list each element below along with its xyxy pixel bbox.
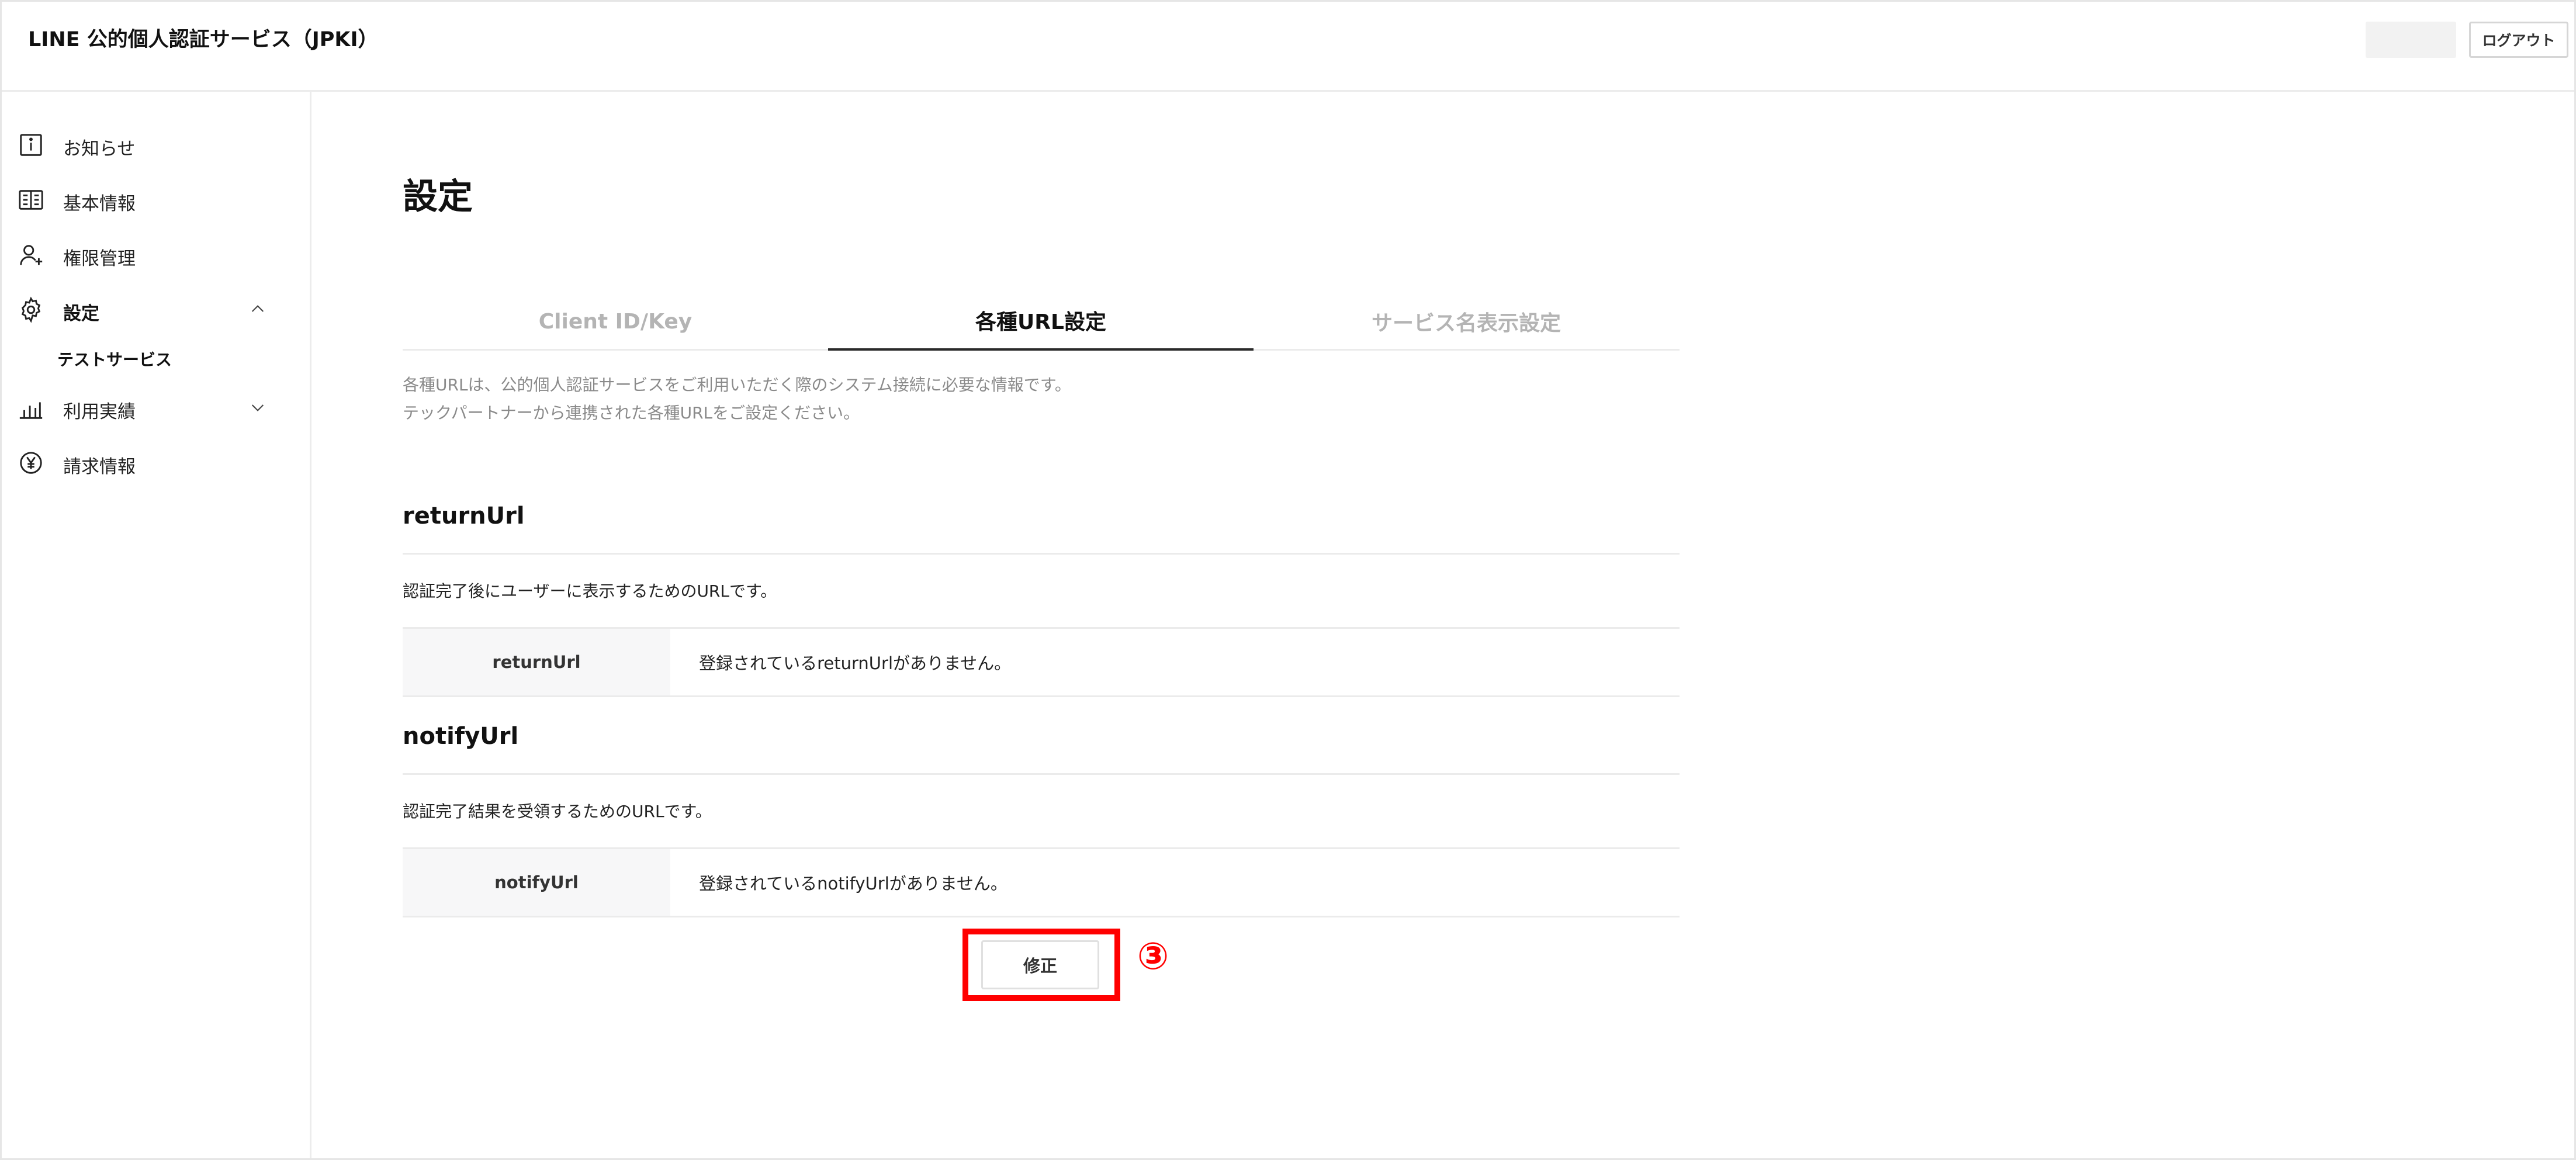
tab-service-name-display[interactable]: サービス名表示設定	[1254, 292, 1679, 351]
tab-client-id-key[interactable]: Client ID/Key	[403, 292, 828, 351]
sidebar-item-notices[interactable]: お知らせ	[2, 121, 311, 168]
book-icon	[16, 186, 46, 213]
sidebar-subitem-test-service[interactable]: テストサービス	[57, 347, 172, 370]
yen-icon	[16, 449, 46, 476]
field-value-notify-url: 登録されているnotifyUrlがありません。	[699, 874, 1007, 894]
section-title-return-url: returnUrl	[403, 503, 525, 529]
page-title: 設定	[403, 176, 473, 217]
field-value-return-url: 登録されているreturnUrlがありません。	[699, 653, 1012, 673]
section-desc-return-url: 認証完了後にユーザーに表示するためのURLです。	[403, 581, 777, 601]
sidebar-item-label: 権限管理	[63, 248, 136, 269]
tab-url-settings[interactable]: 各種URL設定	[828, 292, 1254, 351]
bar-chart-icon	[16, 394, 46, 421]
field-label-return-url: returnUrl	[403, 629, 670, 695]
url-settings-description: 各種URLは、公的個人認証サービスをご利用いただく際のシステム接続に必要な情報で…	[403, 371, 1071, 427]
sidebar-item-label: 基本情報	[63, 193, 136, 214]
edit-button[interactable]: 修正	[981, 940, 1099, 989]
tab-bar: Client ID/Key 各種URL設定 サービス名表示設定	[403, 292, 1680, 351]
section-desc-notify-url: 認証完了結果を受領するためのURLです。	[403, 802, 712, 821]
top-header: LINE 公的個人認証サービス（JPKI） ログアウト	[2, 2, 2574, 92]
user-add-icon	[16, 241, 46, 268]
sidebar-item-label: 利用実績	[63, 401, 136, 423]
field-label-notify-url: notifyUrl	[403, 849, 670, 916]
sidebar-item-basic-info[interactable]: 基本情報	[2, 176, 311, 223]
section-title-notify-url: notifyUrl	[403, 723, 519, 750]
divider	[403, 773, 1680, 775]
description-line: テックパートナーから連携された各種URLをご設定ください。	[403, 403, 860, 423]
main-content: 設定 Client ID/Key 各種URL設定 サービス名表示設定 各種URL…	[313, 94, 2574, 1158]
sidebar: お知らせ 基本情報 権限管理 設定 テストサービス 利用実績 請求情報	[2, 92, 311, 1158]
step-number-marker: ③	[1137, 935, 1169, 978]
chevron-down-icon[interactable]	[248, 398, 267, 417]
app-window: LINE 公的個人認証サービス（JPKI） ログアウト お知らせ 基本情報 権限…	[0, 0, 2576, 1160]
table-row: returnUrl 登録されているreturnUrlがありません。	[403, 627, 1680, 697]
logout-button[interactable]: ログアウト	[2469, 22, 2568, 58]
gear-icon	[16, 296, 46, 323]
table-row: notifyUrl 登録されているnotifyUrlがありません。	[403, 847, 1680, 917]
sidebar-item-permissions[interactable]: 権限管理	[2, 231, 311, 278]
chevron-up-icon[interactable]	[248, 300, 267, 318]
sidebar-item-settings[interactable]: 設定	[2, 286, 311, 333]
sidebar-item-label: 請求情報	[63, 456, 136, 477]
sidebar-item-label: 設定	[63, 303, 99, 324]
user-account-chip[interactable]	[2366, 22, 2456, 58]
sidebar-item-usage[interactable]: 利用実績	[2, 384, 311, 431]
sidebar-item-label: お知らせ	[63, 138, 136, 160]
info-icon	[16, 131, 46, 158]
divider	[403, 553, 1680, 555]
sidebar-item-billing[interactable]: 請求情報	[2, 439, 311, 486]
description-line: 各種URLは、公的個人認証サービスをご利用いただく際のシステム接続に必要な情報で…	[403, 375, 1071, 394]
app-title: LINE 公的個人認証サービス（JPKI）	[28, 28, 379, 51]
